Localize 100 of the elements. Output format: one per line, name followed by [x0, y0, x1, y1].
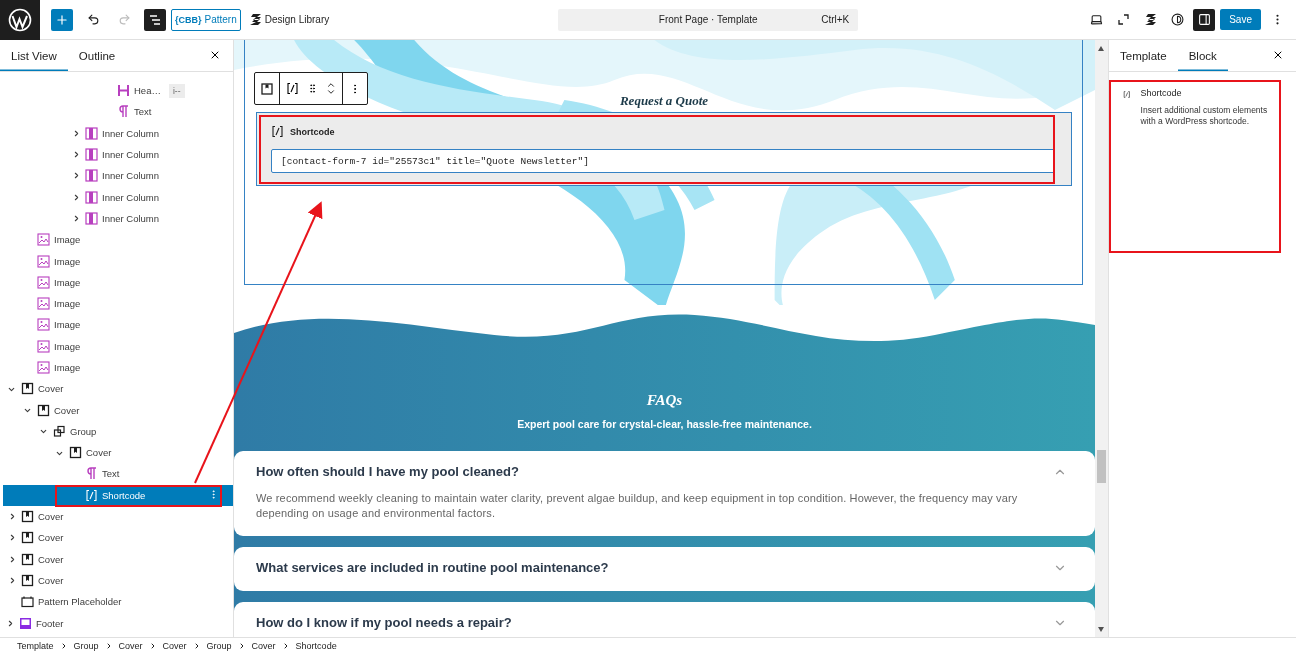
- list-view-item[interactable]: Footer: [3, 612, 233, 634]
- columns-icon: [85, 148, 98, 162]
- faq-title: FAQs: [645, 392, 684, 409]
- list-view-item[interactable]: Text: [3, 463, 233, 485]
- shortcode-icon: [1123, 88, 1131, 101]
- list-view-item[interactable]: Pattern Placeholder: [3, 591, 233, 613]
- item-label: Image: [54, 362, 81, 373]
- panel-tab[interactable]: Outline: [67, 40, 127, 71]
- drag-handle-icon[interactable]: [307, 83, 318, 94]
- breadcrumb-item[interactable]: Cover: [118, 641, 143, 651]
- panel-tab[interactable]: Template: [1109, 40, 1178, 71]
- item-label: Cover: [38, 532, 64, 544]
- faq-question: How do I know if my pool needs a repair?: [256, 615, 512, 630]
- list-view-item[interactable]: Image: [3, 250, 233, 272]
- list-view-item[interactable]: Inner Column: [3, 122, 233, 144]
- image-icon: [37, 361, 50, 374]
- list-view-item[interactable]: Inner Column: [3, 186, 233, 208]
- add-block-button[interactable]: [51, 8, 73, 31]
- item-label: Inner Column: [102, 170, 160, 182]
- item-label: Cover: [54, 404, 80, 416]
- shortcode-block[interactable]: Shortcode [contact-form-7 id="25573c1" title="Quote Newsletter"]: [256, 112, 1072, 186]
- anchor-badge: i--: [168, 83, 185, 98]
- image-icon: [37, 254, 50, 268]
- faq-card[interactable]: [234, 451, 1095, 536]
- faq-card[interactable]: How do I know if my pool needs a repair?: [234, 602, 1095, 637]
- plus-icon: [55, 12, 69, 27]
- paragraph-icon: [117, 105, 130, 119]
- save-button[interactable]: Save: [1220, 9, 1261, 30]
- parent-block-icon[interactable]: [261, 82, 273, 95]
- item-label: Inner Column: [102, 212, 160, 224]
- image-icon: [37, 318, 50, 332]
- cover-icon: [21, 382, 34, 396]
- list-view-item[interactable]: Hea… i--: [3, 80, 233, 102]
- pattern-button[interactable]: {CBB} Pattern: [171, 8, 241, 31]
- shortcode-field[interactable]: [contact-form-7 id="25573c1" title="Quote Newsletter"]: [271, 149, 1055, 173]
- breadcrumb-item[interactable]: Group: [206, 641, 232, 651]
- scrollbar[interactable]: [1095, 40, 1108, 637]
- columns-icon: [85, 126, 98, 140]
- command-bar[interactable]: Front Page · Template Ctrl+K: [558, 8, 859, 31]
- shortcode-icon: [85, 488, 98, 502]
- breadcrumb-item[interactable]: Template: [17, 641, 54, 651]
- list-view-item[interactable]: Cover: [3, 569, 233, 592]
- item-label: Hea…: [134, 85, 161, 97]
- wordpress-logo[interactable]: [0, 0, 40, 40]
- redo-icon: [117, 13, 131, 26]
- item-label: Cover: [38, 383, 64, 395]
- block-label: Shortcode: [290, 126, 335, 137]
- list-view-item[interactable]: Group: [3, 420, 233, 443]
- item-label: Image: [54, 340, 81, 352]
- list-view-item[interactable]: Inner Column: [3, 207, 233, 230]
- breadcrumb-item[interactable]: Group: [73, 641, 99, 651]
- item-label: Image: [54, 234, 81, 246]
- breadcrumb-item[interactable]: Cover: [251, 641, 276, 651]
- list-view-item[interactable]: Cover: [3, 442, 233, 464]
- move-icon[interactable]: [326, 80, 336, 97]
- list-view-item[interactable]: Cover: [3, 399, 233, 421]
- cover-icon: [21, 552, 34, 566]
- list-view-item[interactable]: Cover: [3, 527, 233, 549]
- list-view-item[interactable]: Image: [3, 314, 233, 336]
- panel-tab[interactable]: Block: [1177, 40, 1228, 71]
- item-label: Inner Column: [102, 149, 160, 161]
- list-view-button[interactable]: [144, 8, 166, 31]
- list-view-item[interactable]: Image: [3, 335, 233, 357]
- cover-icon: [21, 531, 34, 545]
- breadcrumb-item[interactable]: Shortcode: [295, 641, 337, 651]
- faq-answer: We recommend weekly cleaning to maintain water clarity, prevent algae buildup, and keep equipment in top condition. However, the frequency may vary depending on usage and environmental factors.: [256, 491, 1019, 521]
- design-library-button[interactable]: Design Library: [249, 14, 330, 25]
- columns-icon: [85, 190, 98, 204]
- list-view-item[interactable]: Cover: [3, 548, 233, 570]
- item-label: Footer: [36, 617, 64, 629]
- list-view-item[interactable]: Inner Column: [3, 143, 233, 166]
- undo-icon: [86, 13, 100, 26]
- list-view-item[interactable]: Inner Column: [3, 165, 233, 187]
- footer-icon: [19, 616, 32, 630]
- paragraph-icon: [85, 467, 98, 481]
- item-label: Shortcode: [102, 489, 146, 501]
- section-heading: Request a Quote: [618, 93, 710, 108]
- item-label: Inner Column: [102, 127, 160, 139]
- item-label: Text: [134, 106, 152, 118]
- placeholder-icon: [21, 595, 34, 609]
- list-view-item[interactable]: Cover: [3, 505, 233, 528]
- cover-icon: [21, 510, 34, 524]
- list-view-item[interactable]: Text: [3, 101, 233, 123]
- image-icon: [37, 275, 50, 289]
- columns-icon: [85, 169, 98, 183]
- item-label: Image: [54, 319, 81, 331]
- list-view-item[interactable]: Image: [3, 271, 233, 293]
- cover-icon: [21, 573, 34, 587]
- faq-card[interactable]: What services are included in routine pool maintenance?: [234, 547, 1095, 591]
- faq-question: What services are included in routine pool maintenance?: [256, 560, 609, 575]
- settings-button[interactable]: [1193, 8, 1216, 31]
- cover-icon: [69, 446, 82, 460]
- item-label: Image: [54, 276, 81, 288]
- list-view-item[interactable]: Image: [3, 229, 233, 251]
- list-view-item[interactable]: Shortcode: [3, 484, 233, 506]
- list-view-item[interactable]: Image: [3, 356, 233, 379]
- list-view-item[interactable]: Cover: [3, 378, 233, 400]
- list-view-item[interactable]: Image: [3, 292, 233, 315]
- panel-tab[interactable]: List View: [0, 40, 68, 71]
- breadcrumb-item[interactable]: Cover: [162, 641, 187, 651]
